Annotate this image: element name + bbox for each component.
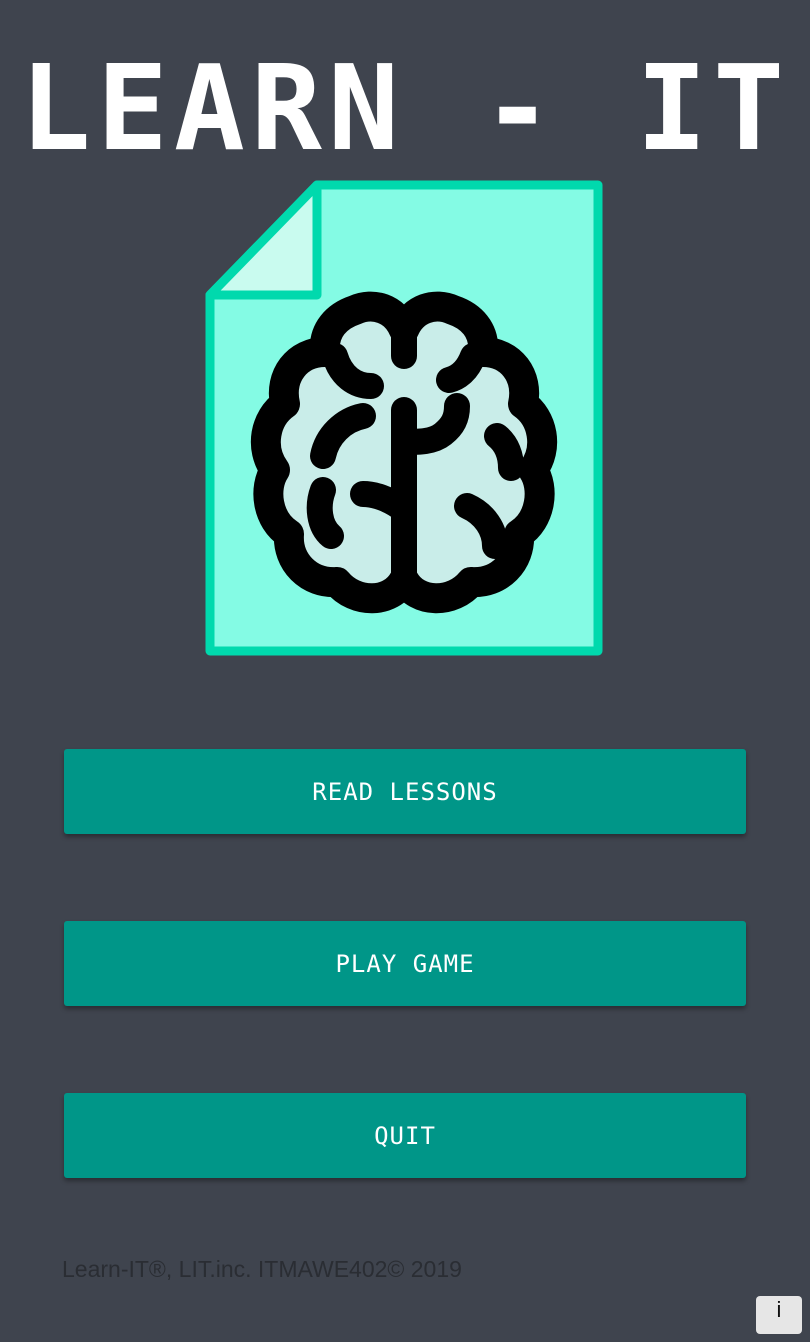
play-game-button[interactable]: PLAY GAME: [64, 921, 746, 1006]
document-fold: [205, 180, 322, 300]
play-game-label: PLAY GAME: [335, 949, 475, 978]
quit-button[interactable]: QUIT: [64, 1093, 746, 1178]
info-icon: i: [776, 1297, 782, 1322]
read-lessons-button[interactable]: READ LESSONS: [64, 749, 746, 834]
read-lessons-label: READ LESSONS: [312, 777, 498, 806]
info-button[interactable]: i: [756, 1296, 802, 1334]
app-title: LEARN - IT: [19, 39, 791, 177]
brain-document-icon: [205, 180, 603, 656]
quit-label: QUIT: [374, 1121, 436, 1150]
footer-copyright: Learn-IT®, LIT.inc. ITMAWE402© 2019: [62, 1256, 462, 1282]
